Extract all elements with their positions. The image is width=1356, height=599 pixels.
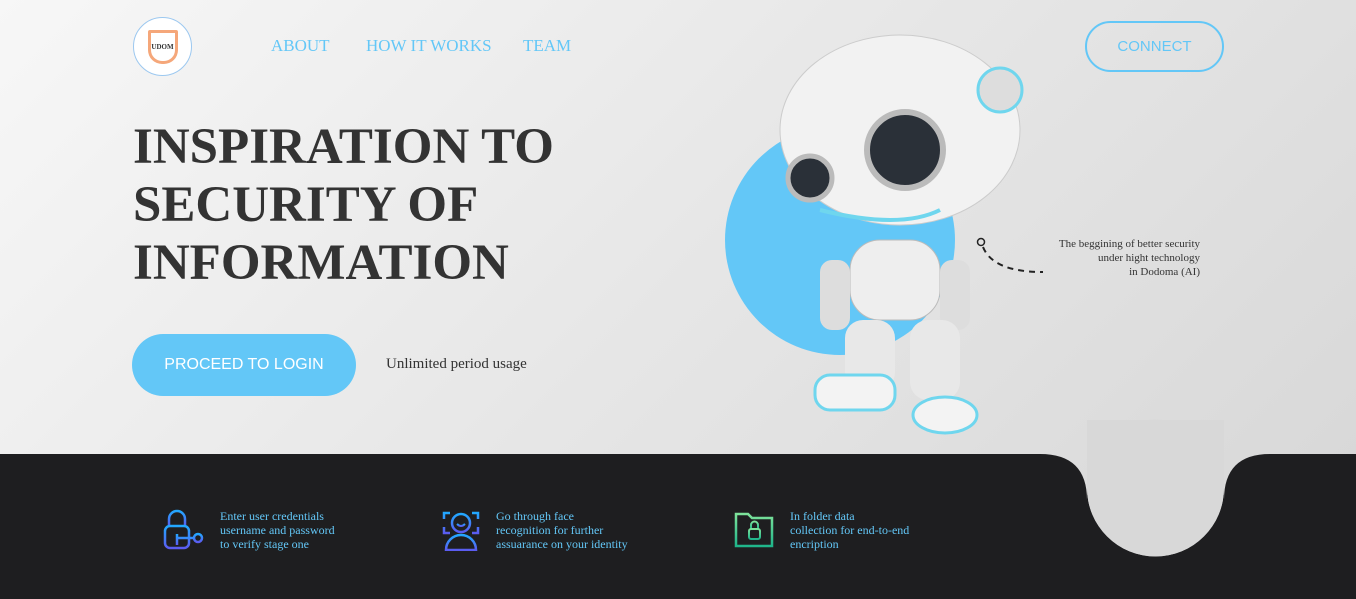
- caption-pointer: [976, 237, 1044, 273]
- proceed-to-login-button[interactable]: PROCEED TO LOGIN: [132, 334, 356, 396]
- nav-about[interactable]: ABOUT: [271, 36, 330, 56]
- robot-illustration: [725, 34, 1024, 435]
- usage-text: Unlimited period usage: [386, 356, 527, 372]
- face-scan-icon: [442, 511, 480, 551]
- folder-lock-icon: [734, 512, 774, 548]
- feature-folder-encryption: In folder data collection for end-to-end e…: [734, 509, 909, 551]
- hero-title: INSPIRATION TO SECURITY OF INFORMATION: [133, 119, 554, 291]
- robot-caption: The beggining of better security under hi…: [1058, 238, 1200, 278]
- lock-key-icon: [163, 509, 204, 550]
- connect-button[interactable]: CONNECT: [1085, 21, 1224, 72]
- feature-face-recognition: Go through face recognition for further as…: [440, 509, 628, 551]
- nav-how-it-works[interactable]: HOW IT WORKS: [366, 36, 492, 56]
- nav-team[interactable]: TEAM: [523, 36, 571, 56]
- university-logo[interactable]: UDOM: [133, 17, 192, 76]
- feature-credentials: Enter user credentials username and passw…: [162, 509, 335, 551]
- logo-shield: UDOM: [147, 29, 178, 64]
